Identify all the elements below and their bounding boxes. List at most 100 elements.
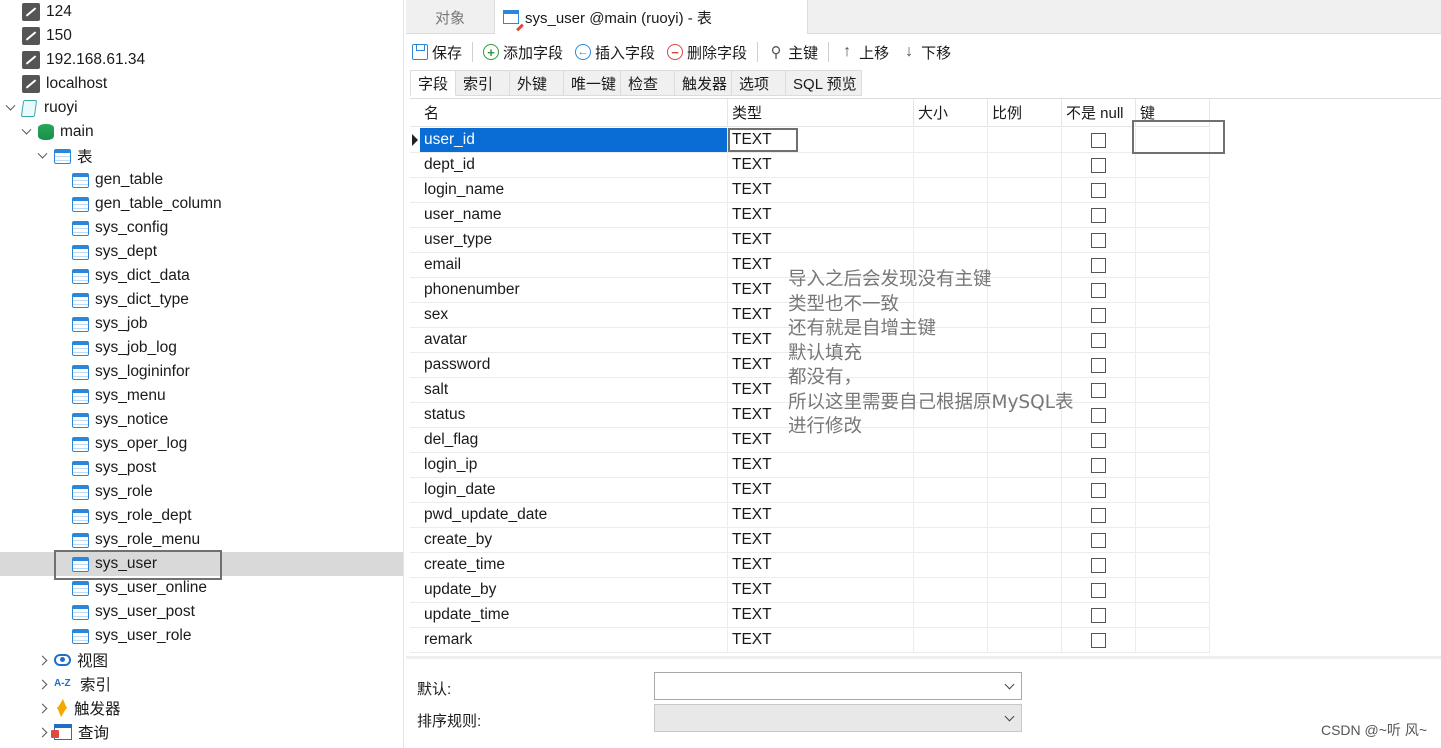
field-size-cell[interactable] (914, 203, 988, 228)
tree-item-ruoyi[interactable]: ruoyi (0, 96, 403, 120)
field-name-cell[interactable]: create_by (420, 528, 728, 553)
subtab-foreign-keys[interactable]: 外键 (510, 70, 565, 96)
header-type[interactable]: 类型 (728, 99, 914, 127)
not-null-checkbox[interactable] (1091, 432, 1106, 448)
key-cell[interactable] (1136, 253, 1210, 278)
not-null-checkbox[interactable] (1091, 207, 1106, 223)
header-size[interactable]: 大小 (914, 99, 988, 127)
not-null-checkbox[interactable] (1091, 557, 1106, 573)
subtab-fields[interactable]: 字段 (410, 70, 457, 96)
field-scale-cell[interactable] (988, 553, 1062, 578)
field-name-cell[interactable]: avatar (420, 328, 728, 353)
tree-item-table[interactable]: sys_oper_log (0, 432, 403, 456)
field-type-cell[interactable]: TEXT (728, 528, 914, 553)
tree-item-connection-150[interactable]: 150 (0, 24, 403, 48)
not-null-checkbox[interactable] (1091, 332, 1106, 348)
field-name-cell[interactable]: salt (420, 378, 728, 403)
field-name-cell[interactable]: login_ip (420, 453, 728, 478)
key-cell[interactable] (1136, 203, 1210, 228)
chevron-down-icon[interactable] (36, 150, 48, 162)
field-size-cell[interactable] (914, 228, 988, 253)
key-cell[interactable] (1136, 603, 1210, 628)
table-row[interactable]: create_by TEXT (410, 528, 1210, 553)
field-name-cell[interactable]: email (420, 253, 728, 278)
table-row[interactable]: pwd_update_date TEXT (410, 503, 1210, 528)
move-up-button[interactable]: ↑ 上移 (833, 39, 895, 65)
field-name-cell[interactable]: update_by (420, 578, 728, 603)
not-null-checkbox[interactable] (1091, 532, 1106, 548)
table-row[interactable]: update_by TEXT (410, 578, 1210, 603)
add-field-button[interactable]: + 添加字段 (477, 39, 569, 65)
default-select[interactable] (654, 672, 1022, 700)
tree-item-table[interactable]: sys_role_menu (0, 528, 403, 552)
key-cell[interactable] (1136, 303, 1210, 328)
field-type-cell[interactable]: TEXT (728, 203, 914, 228)
not-null-checkbox[interactable] (1091, 357, 1106, 373)
field-name-cell[interactable]: update_time (420, 603, 728, 628)
tree-item-table[interactable]: sys_dict_type (0, 288, 403, 312)
field-name-cell[interactable]: user_name (420, 203, 728, 228)
tab-objects[interactable]: 对象 (406, 0, 494, 34)
chevron-right-icon[interactable] (36, 678, 48, 690)
tree-item-views-folder[interactable]: 视图 (0, 648, 403, 672)
key-cell[interactable] (1136, 328, 1210, 353)
table-row[interactable]: user_type TEXT (410, 228, 1210, 253)
key-cell[interactable] (1136, 578, 1210, 603)
tree-item-table[interactable]: sys_dept (0, 240, 403, 264)
chevron-down-icon[interactable] (4, 102, 16, 114)
field-name-cell[interactable]: user_id (420, 128, 728, 153)
field-type-cell[interactable]: TEXT (728, 553, 914, 578)
tree-item-queries-folder[interactable]: 查询 (0, 720, 403, 744)
not-null-checkbox[interactable] (1091, 257, 1106, 273)
delete-field-button[interactable]: − 删除字段 (661, 39, 753, 65)
move-down-button[interactable]: ↓ 下移 (895, 39, 957, 65)
field-scale-cell[interactable] (988, 128, 1062, 153)
tab-sys-user-design[interactable]: sys_user @main (ruoyi) - 表 (494, 0, 808, 34)
field-size-cell[interactable] (914, 153, 988, 178)
chevron-right-icon[interactable] (36, 702, 48, 714)
tree-item-table[interactable]: sys_notice (0, 408, 403, 432)
key-cell[interactable] (1136, 353, 1210, 378)
key-cell[interactable] (1136, 153, 1210, 178)
field-type-cell[interactable]: TEXT (728, 228, 914, 253)
table-row[interactable]: login_ip TEXT (410, 453, 1210, 478)
tree-item-connection-192[interactable]: 192.168.61.34 (0, 48, 403, 72)
field-scale-cell[interactable] (988, 603, 1062, 628)
key-cell[interactable] (1136, 453, 1210, 478)
table-row[interactable]: user_id TEXT (410, 128, 1210, 153)
chevron-right-icon[interactable] (36, 654, 48, 666)
table-row[interactable]: user_name TEXT (410, 203, 1210, 228)
header-key[interactable]: 键 (1136, 99, 1210, 127)
not-null-checkbox[interactable] (1091, 382, 1106, 398)
field-name-cell[interactable]: password (420, 353, 728, 378)
tree-item-table[interactable]: sys_logininfor (0, 360, 403, 384)
field-name-cell[interactable]: create_time (420, 553, 728, 578)
tree-item-indexes-folder[interactable]: A-Z 索引 (0, 672, 403, 696)
field-size-cell[interactable] (914, 553, 988, 578)
field-scale-cell[interactable] (988, 453, 1062, 478)
tree-item-table[interactable]: sys_job_log (0, 336, 403, 360)
not-null-checkbox[interactable] (1091, 507, 1106, 523)
key-cell[interactable] (1136, 403, 1210, 428)
field-type-cell[interactable]: TEXT (728, 178, 914, 203)
tree-item-table[interactable]: gen_table_column (0, 192, 403, 216)
field-size-cell[interactable] (914, 578, 988, 603)
not-null-checkbox[interactable] (1091, 182, 1106, 198)
subtab-unique-keys[interactable]: 唯一键 (564, 70, 622, 96)
tree-item-connection-localhost[interactable]: localhost (0, 72, 403, 96)
chevron-right-icon[interactable] (36, 726, 48, 738)
header-not-null[interactable]: 不是 null (1062, 99, 1136, 127)
tree-item-table[interactable]: gen_table (0, 168, 403, 192)
header-scale[interactable]: 比例 (988, 99, 1062, 127)
tree-item-table[interactable]: sys_menu (0, 384, 403, 408)
not-null-checkbox[interactable] (1091, 132, 1106, 148)
not-null-checkbox[interactable] (1091, 282, 1106, 298)
key-cell[interactable] (1136, 553, 1210, 578)
table-row[interactable]: remark TEXT (410, 628, 1210, 653)
tree-item-main[interactable]: main (0, 120, 403, 144)
key-cell[interactable] (1136, 478, 1210, 503)
table-row[interactable]: dept_id TEXT (410, 153, 1210, 178)
table-row[interactable]: login_date TEXT (410, 478, 1210, 503)
field-size-cell[interactable] (914, 128, 988, 153)
not-null-checkbox[interactable] (1091, 582, 1106, 598)
